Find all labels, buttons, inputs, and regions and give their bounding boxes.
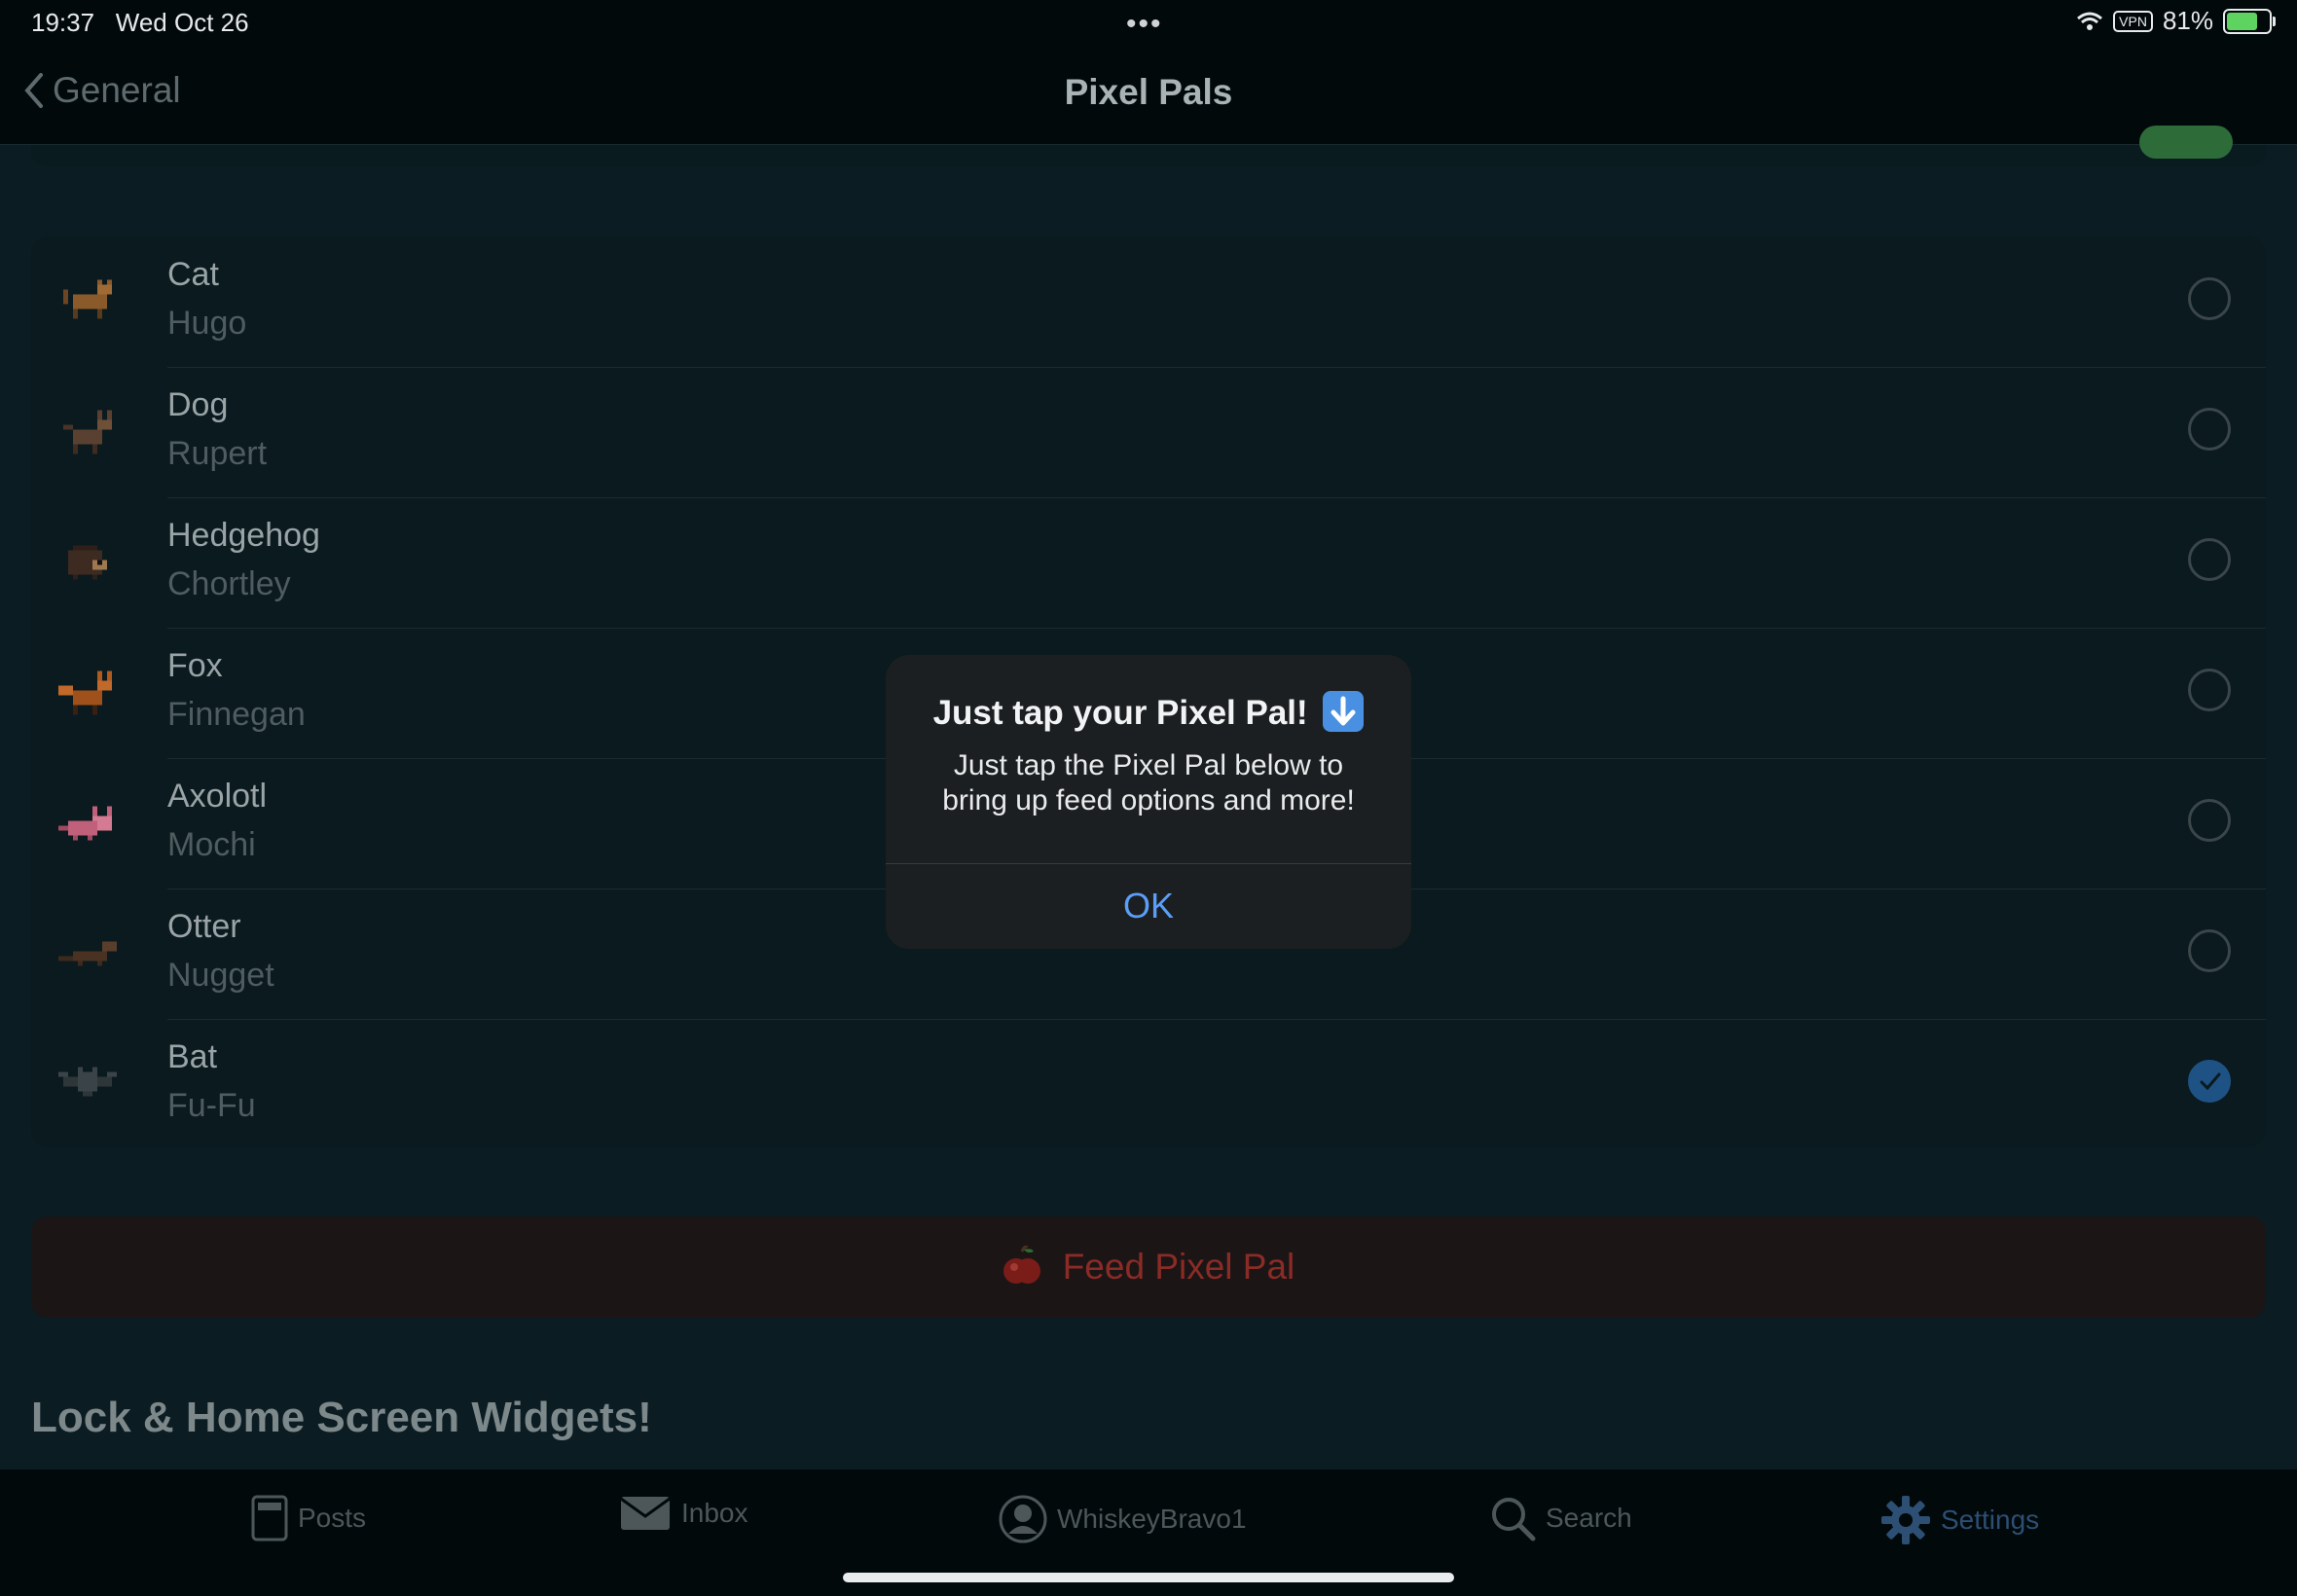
pal-type: Axolotl: [167, 778, 268, 815]
search-icon: [1492, 1498, 1536, 1542]
pal-type: Cat: [167, 256, 219, 293]
checkmark-icon: [2200, 1072, 2221, 1091]
pal-name: Mochi: [167, 826, 256, 863]
tab-inbox[interactable]: Inbox: [619, 1495, 748, 1532]
cat-pixel-icon: [63, 279, 112, 319]
page-title: Pixel Pals: [1064, 72, 1233, 112]
pal-name: Finnegan: [167, 696, 306, 733]
radio-button[interactable]: [2188, 799, 2231, 842]
vpn-badge: VPN: [2113, 10, 2153, 32]
multitasking-dots-icon[interactable]: •••: [1126, 8, 1163, 41]
pal-type: Hedgehog: [167, 517, 320, 554]
ok-button[interactable]: OK: [886, 863, 1411, 949]
pal-name: Nugget: [167, 957, 274, 994]
tab-posts[interactable]: Posts: [251, 1495, 366, 1542]
settings-card: [31, 126, 2266, 166]
radio-button-checked[interactable]: [2188, 1060, 2231, 1103]
radio-button[interactable]: [2188, 538, 2231, 581]
navigation-bar: General Pixel Pals: [0, 49, 2297, 145]
pal-name: Hugo: [167, 305, 247, 342]
radio-button[interactable]: [2188, 408, 2231, 451]
down-arrow-emoji-icon: [1323, 690, 1365, 732]
feed-pixel-pal-button[interactable]: Feed Pixel Pal: [31, 1216, 2266, 1318]
alert-dialog: Just tap your Pixel Pal! Just tap the Pi…: [886, 655, 1411, 949]
pal-type: Fox: [167, 647, 223, 684]
pal-type: Bat: [167, 1038, 218, 1075]
envelope-icon: [620, 1497, 671, 1530]
radio-button[interactable]: [2188, 929, 2231, 972]
tab-settings[interactable]: Settings: [1880, 1495, 2039, 1545]
pal-name: Rupert: [167, 435, 268, 472]
tab-search[interactable]: Search: [1489, 1495, 1632, 1542]
status-time: 19:37 Wed Oct 26: [31, 8, 249, 37]
list-item-cat[interactable]: Cat Hugo: [31, 236, 2266, 367]
bat-pixel-icon: [58, 1067, 117, 1097]
gear-icon: [1881, 1496, 1930, 1544]
apple-icon: [1003, 1246, 1040, 1284]
hedgehog-pixel-icon: [68, 545, 107, 580]
tab-profile[interactable]: WhiskeyBravo1: [999, 1495, 1247, 1543]
toggle-switch[interactable]: [2139, 126, 2233, 159]
axolotl-pixel-icon: [58, 806, 112, 841]
pal-type: Dog: [167, 386, 229, 423]
radio-button[interactable]: [2188, 669, 2231, 711]
otter-pixel-icon: [58, 941, 117, 966]
battery-percent: 81%: [2162, 6, 2213, 35]
feed-button-label: Feed Pixel Pal: [1062, 1247, 1295, 1287]
profile-icon: [999, 1495, 1047, 1543]
list-item-hedgehog[interactable]: Hedgehog Chortley: [31, 497, 2266, 628]
fox-pixel-icon: [58, 671, 112, 715]
pal-type: Otter: [167, 908, 241, 945]
pal-name: Fu-Fu: [167, 1087, 256, 1124]
status-bar: 19:37 Wed Oct 26 ••• VPN 81%: [0, 0, 2297, 49]
battery-icon: [2223, 8, 2276, 34]
wifi-icon: [2077, 12, 2103, 30]
alert-title: Just tap your Pixel Pal!: [886, 690, 1411, 736]
list-item-bat[interactable]: Bat Fu-Fu: [31, 1019, 2266, 1147]
dog-pixel-icon: [63, 410, 112, 454]
posts-icon: [251, 1495, 288, 1542]
radio-button[interactable]: [2188, 277, 2231, 320]
section-title: Lock & Home Screen Widgets!: [31, 1394, 652, 1441]
list-item-dog[interactable]: Dog Rupert: [31, 367, 2266, 497]
alert-message: Just tap the Pixel Pal below to bring up…: [942, 749, 1355, 816]
home-indicator[interactable]: [843, 1573, 1454, 1582]
pal-name: Chortley: [167, 565, 291, 602]
